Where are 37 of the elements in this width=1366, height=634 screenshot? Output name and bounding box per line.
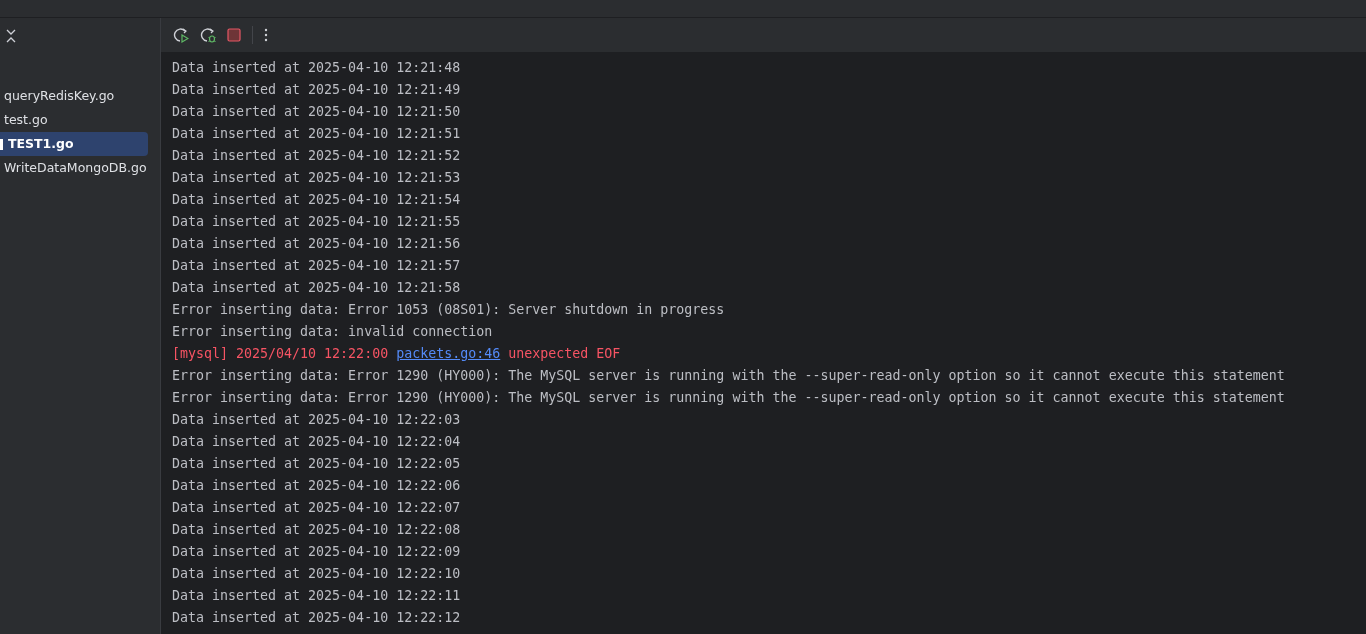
rerun-debug-icon[interactable] bbox=[200, 27, 216, 43]
console-line: Data inserted at 2025-04-10 12:21:57 bbox=[172, 257, 462, 275]
console-line: Error inserting data: Error 1290 (HY000): The MySQL server is running with the --super-read-only option so it cannot execute this statement bbox=[172, 389, 1286, 407]
console-line: Data inserted at 2025-04-10 12:22:06 bbox=[172, 477, 462, 495]
console-line: Data inserted at 2025-04-10 12:22:11 bbox=[172, 587, 462, 605]
console-line: Data inserted at 2025-04-10 12:21:55 bbox=[172, 213, 462, 231]
console-line: Error inserting data: Error 1053 (08S01): Server shutdown in progress bbox=[172, 301, 726, 319]
rerun-icon[interactable] bbox=[173, 27, 189, 43]
file-item[interactable]: WriteDataMongoDB.go bbox=[0, 156, 148, 180]
console-line: Data inserted at 2025-04-10 12:22:05 bbox=[172, 455, 462, 473]
log-message: unexpected EOF bbox=[508, 346, 621, 361]
console-line: Data inserted at 2025-04-10 12:21:49 bbox=[172, 81, 462, 99]
collapse-icon[interactable] bbox=[5, 28, 17, 43]
more-options-icon[interactable] bbox=[264, 28, 268, 42]
console-line: Data inserted at 2025-04-10 12:22:10 bbox=[172, 565, 462, 583]
console-line: Data inserted at 2025-04-10 12:21:53 bbox=[172, 169, 462, 187]
console-line: Data inserted at 2025-04-10 12:22:09 bbox=[172, 543, 462, 561]
console-line: Data inserted at 2025-04-10 12:21:54 bbox=[172, 191, 462, 209]
console-line: Error inserting data: Error 1290 (HY000): The MySQL server is running with the --super-read-only option so it cannot execute this statement bbox=[172, 367, 1286, 385]
console-line: Data inserted at 2025-04-10 12:22:07 bbox=[172, 499, 462, 517]
console-line: Data inserted at 2025-04-10 12:22:08 bbox=[172, 521, 462, 539]
console-line: Error inserting data: invalid connection bbox=[172, 323, 494, 341]
source-link[interactable]: packets.go:46 bbox=[396, 346, 501, 361]
console-line: Data inserted at 2025-04-10 12:21:51 bbox=[172, 125, 462, 143]
file-item[interactable]: test.go bbox=[0, 108, 148, 132]
console-line: Data inserted at 2025-04-10 12:21:52 bbox=[172, 147, 462, 165]
console-line: Data inserted at 2025-04-10 12:21:48 bbox=[172, 59, 462, 77]
console-line: Data inserted at 2025-04-10 12:21:56 bbox=[172, 235, 462, 253]
file-item[interactable]: queryRedisKey.go bbox=[0, 84, 148, 108]
file-item[interactable]: TEST1.go bbox=[0, 132, 148, 156]
console-line: Data inserted at 2025-04-10 12:22:03 bbox=[172, 411, 462, 429]
console-line: Data inserted at 2025-04-10 12:22:12 bbox=[172, 609, 462, 627]
log-prefix: [mysql] 2025/04/10 12:22:00 bbox=[172, 346, 389, 361]
file-icon bbox=[0, 138, 3, 150]
console-line: Data inserted at 2025-04-10 12:21:58 bbox=[172, 279, 462, 297]
console-line: Data inserted at 2025-04-10 12:21:50 bbox=[172, 103, 462, 121]
console-line: Data inserted at 2025-04-10 12:22:04 bbox=[172, 433, 462, 451]
